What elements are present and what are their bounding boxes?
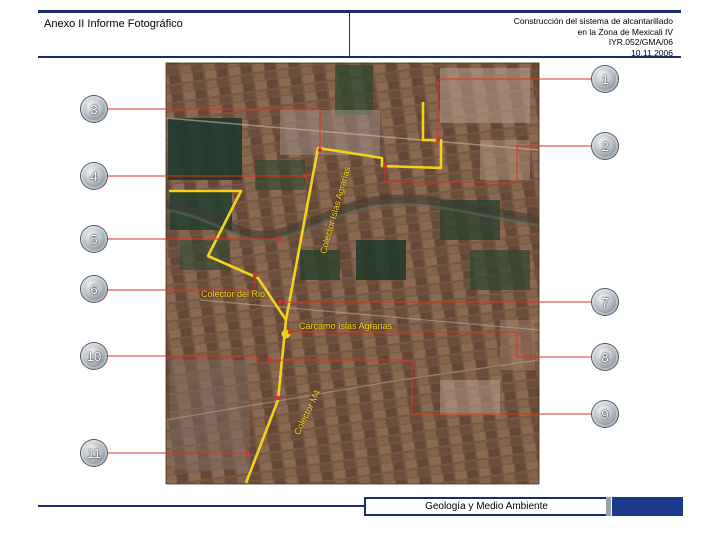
marker-number: 8 bbox=[601, 349, 609, 365]
footer-accent-blue bbox=[612, 497, 683, 516]
aerial-imagery bbox=[166, 63, 539, 484]
footer-accent-gray bbox=[606, 497, 611, 516]
photo-marker-4[interactable]: 4 bbox=[81, 163, 107, 189]
marker-number: 9 bbox=[601, 406, 609, 422]
marker-number: 2 bbox=[601, 138, 609, 154]
footer-section-label: Geología y Medio Ambiente bbox=[364, 497, 609, 516]
photo-marker-2[interactable]: 2 bbox=[592, 133, 618, 159]
marker-number: 6 bbox=[90, 281, 98, 297]
photo-marker-9[interactable]: 9 bbox=[592, 401, 618, 427]
photo-marker-11[interactable]: 11 bbox=[81, 440, 107, 466]
marker-number: 3 bbox=[90, 101, 98, 117]
photo-marker-10[interactable]: 10 bbox=[81, 343, 107, 369]
photo-marker-1[interactable]: 1 bbox=[592, 66, 618, 92]
photo-marker-6[interactable]: 6 bbox=[81, 276, 107, 302]
marker-number: 11 bbox=[87, 445, 101, 461]
footer-rule bbox=[38, 505, 364, 507]
marker-number: 4 bbox=[90, 168, 98, 184]
photo-marker-8[interactable]: 8 bbox=[592, 344, 618, 370]
photo-marker-3[interactable]: 3 bbox=[81, 96, 107, 122]
carcamo-islas-agrarias-label: Cárcamo Islas Agrarias bbox=[299, 321, 393, 331]
marker-number: 1 bbox=[601, 71, 609, 87]
colector-del-rio-label: Colector del Rio bbox=[201, 289, 266, 299]
marker-number: 10 bbox=[86, 348, 102, 364]
marker-number: 5 bbox=[90, 231, 98, 247]
photo-marker-5[interactable]: 5 bbox=[81, 226, 107, 252]
marker-number: 7 bbox=[601, 294, 609, 310]
photo-marker-7[interactable]: 7 bbox=[592, 289, 618, 315]
